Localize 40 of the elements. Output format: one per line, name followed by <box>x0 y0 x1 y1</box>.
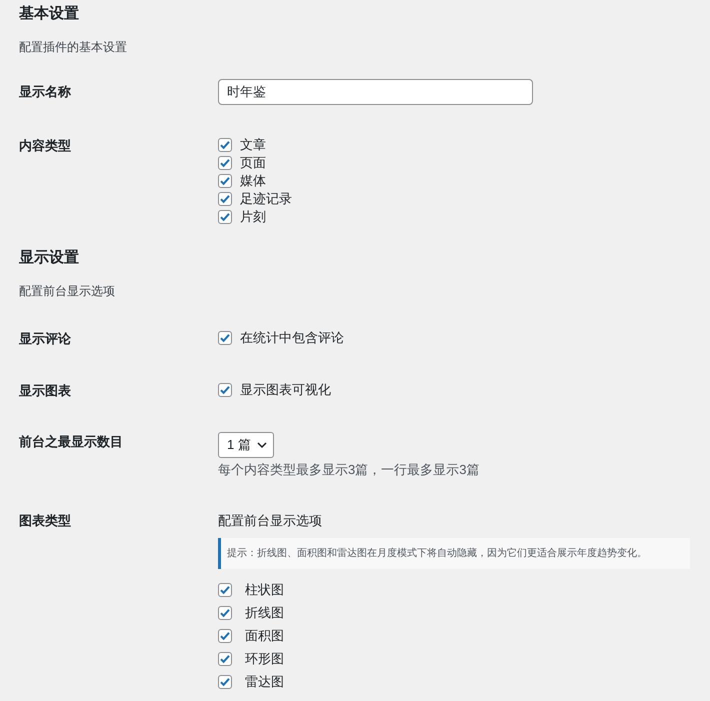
checkbox[interactable] <box>218 192 232 206</box>
field-description: 配置前台显示选项 <box>218 512 323 530</box>
checkbox[interactable] <box>218 156 232 170</box>
checkbox[interactable] <box>218 210 232 224</box>
section-description: 配置插件的基本设置 <box>19 39 128 56</box>
field-label: 图表类型 <box>19 512 72 530</box>
field-label: 显示名称 <box>19 83 72 101</box>
checkbox[interactable] <box>218 606 232 620</box>
checkbox-label: 柱状图 <box>245 581 284 600</box>
checkbox-label: 面积图 <box>245 627 284 646</box>
section-description: 配置前台显示选项 <box>19 283 116 300</box>
checkbox-label: 文章 <box>240 136 266 154</box>
checkbox-label: 显示图表可视化 <box>240 381 331 399</box>
field-label: 内容类型 <box>19 137 72 155</box>
name-input[interactable]: 时年鉴 <box>218 79 533 105</box>
field-label: 显示图表 <box>19 382 72 400</box>
checkbox[interactable] <box>218 583 232 598</box>
field-label: 显示评论 <box>19 330 72 348</box>
checkbox-label: 页面 <box>240 154 266 172</box>
help-text: 每个内容类型最多显示3篇，一行最多显示3篇 <box>218 461 480 479</box>
section-title: 显示设置 <box>19 248 80 268</box>
count-select[interactable]: 1 篇 <box>218 432 274 458</box>
checkbox[interactable] <box>218 652 232 666</box>
checkbox-label: 片刻 <box>240 208 266 226</box>
checkbox-label: 折线图 <box>245 604 284 622</box>
checkbox-label: 媒体 <box>240 172 266 190</box>
checkbox-label: 环形图 <box>245 650 284 668</box>
checkbox-label: 足迹记录 <box>240 190 292 208</box>
field-label: 前台之最显示数目 <box>19 433 124 451</box>
checkbox[interactable] <box>218 383 232 397</box>
checkbox-label: 雷达图 <box>245 673 284 692</box>
checkbox[interactable] <box>218 629 232 644</box>
checkbox[interactable] <box>218 174 232 188</box>
notice-text: 提示：折线图、面积图和雷达图在月度模式下将自动隐藏，因为它们更适合展示年度趋势变化。 <box>218 538 690 570</box>
checkbox[interactable] <box>218 675 232 690</box>
checkbox[interactable] <box>218 331 232 345</box>
chevron-down-icon <box>256 440 267 450</box>
section-title: 基本设置 <box>19 4 80 24</box>
checkbox-label: 在统计中包含评论 <box>240 329 344 347</box>
checkbox[interactable] <box>218 138 232 152</box>
